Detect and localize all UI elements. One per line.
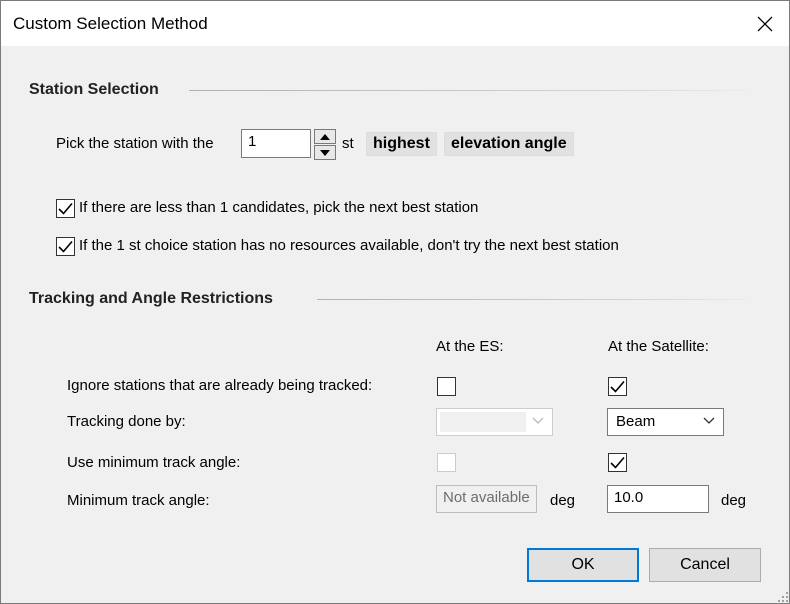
tracking-done-by-es-value	[440, 412, 526, 432]
ok-button-label: OK	[571, 556, 595, 573]
arrow-up-icon	[320, 133, 330, 140]
column-header-satellite: At the Satellite:	[608, 338, 709, 355]
resources-option-label: If the 1 st choice station has no resour…	[79, 237, 619, 254]
ok-button[interactable]: OK	[527, 548, 639, 582]
station-selection-divider	[189, 90, 749, 91]
checkmark-icon	[610, 456, 625, 469]
close-button[interactable]	[741, 1, 789, 46]
min-angle-es-unit: deg	[550, 492, 576, 509]
window-title: Custom Selection Method	[13, 14, 208, 33]
chevron-down-icon	[703, 417, 715, 424]
min-angle-satellite-unit: deg	[721, 492, 747, 509]
title-bar: Custom Selection Method	[1, 1, 789, 46]
station-selection-heading: Station Selection	[29, 81, 159, 98]
arrow-down-icon	[320, 149, 330, 156]
cancel-button-label: Cancel	[680, 556, 730, 573]
chevron-down-icon	[532, 417, 544, 424]
use-min-angle-label: Use minimum track angle:	[67, 454, 241, 471]
checkmark-icon	[58, 240, 73, 253]
min-angle-es-value: Not available	[443, 489, 530, 506]
tracking-heading: Tracking and Angle Restrictions	[29, 290, 273, 307]
checkmark-icon	[610, 380, 625, 393]
criterion-selector[interactable]: highest	[366, 132, 437, 156]
rank-input[interactable]: 1	[241, 129, 311, 158]
resize-grip-icon[interactable]	[777, 591, 789, 603]
cancel-button[interactable]: Cancel	[649, 548, 761, 582]
tracking-divider	[317, 299, 749, 300]
tracking-done-by-label: Tracking done by:	[67, 413, 186, 430]
rank-decrement-button[interactable]	[314, 145, 336, 160]
min-angle-satellite-value: 10.0	[614, 489, 644, 506]
pick-station-label: Pick the station with the	[56, 135, 214, 152]
ignore-tracked-label: Ignore stations that are already being t…	[67, 377, 373, 394]
tracking-done-by-satellite-select[interactable]: Beam	[607, 408, 724, 436]
min-angle-satellite-input[interactable]: 10.0	[607, 485, 709, 513]
tracking-done-by-satellite-value: Beam	[616, 413, 656, 430]
use-min-angle-es-checkbox[interactable]	[437, 453, 456, 472]
close-icon	[757, 16, 773, 31]
rank-suffix: st	[342, 135, 354, 152]
min-angle-label: Minimum track angle:	[67, 492, 210, 509]
checkmark-icon	[58, 202, 73, 215]
custom-selection-dialog: Custom Selection Method Station Selectio…	[0, 0, 790, 604]
candidates-checkbox[interactable]	[56, 199, 75, 218]
column-header-es: At the ES:	[436, 338, 504, 355]
resources-checkbox[interactable]	[56, 237, 75, 256]
ignore-tracked-satellite-checkbox[interactable]	[608, 377, 627, 396]
attribute-selector[interactable]: elevation angle	[444, 132, 574, 156]
tracking-done-by-es-select[interactable]	[436, 408, 553, 436]
use-min-angle-satellite-checkbox[interactable]	[608, 453, 627, 472]
rank-increment-button[interactable]	[314, 129, 336, 144]
min-angle-es-input[interactable]: Not available	[436, 485, 537, 513]
candidates-option-label: If there are less than 1 candidates, pic…	[79, 199, 479, 216]
ignore-tracked-es-checkbox[interactable]	[437, 377, 456, 396]
rank-value: 1	[248, 133, 257, 150]
